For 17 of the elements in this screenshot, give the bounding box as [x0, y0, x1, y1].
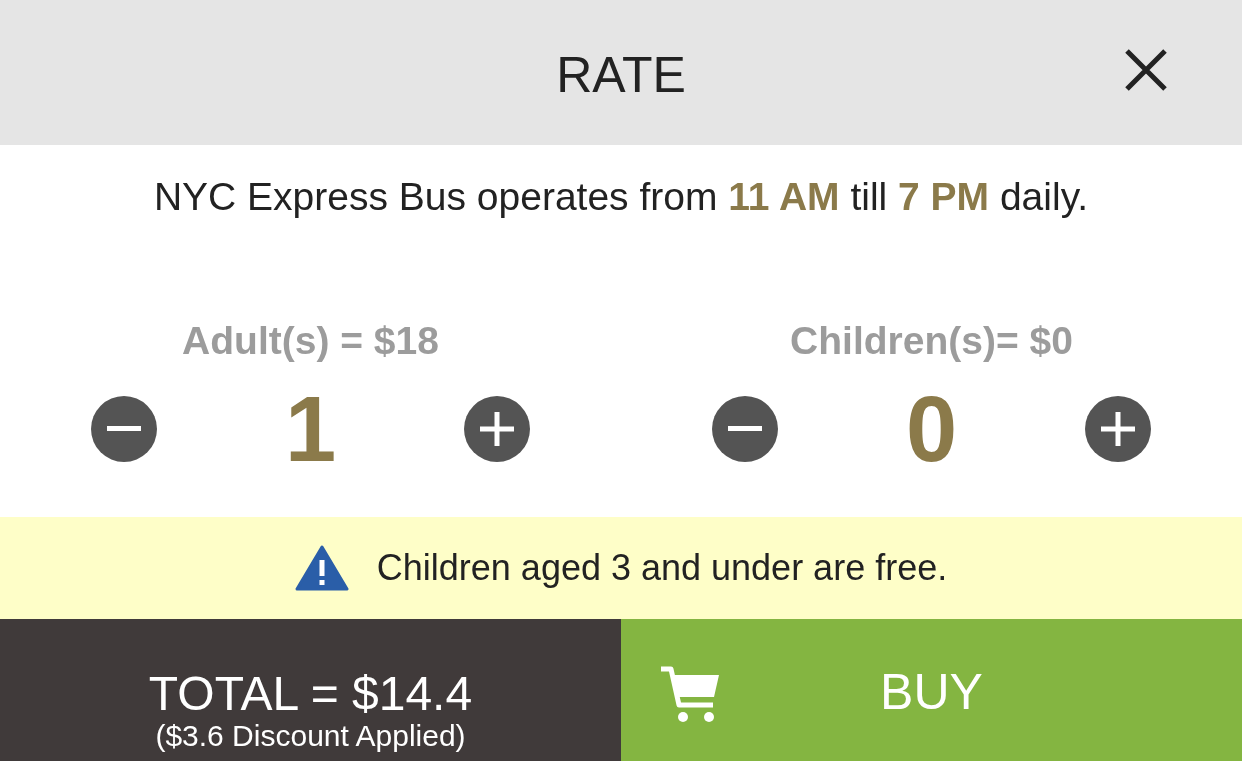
- warning-icon: [294, 545, 349, 591]
- plus-icon: [1101, 412, 1136, 446]
- quantity-value: 1: [284, 383, 337, 475]
- close-button[interactable]: [1124, 48, 1168, 92]
- discount-text: ($3.6 Discount Applied): [155, 719, 466, 754]
- quantity-value: 0: [905, 383, 958, 475]
- dialog-title: RATE: [556, 45, 686, 104]
- minus-icon: [727, 426, 762, 432]
- total-text: TOTAL = $14.4: [148, 669, 473, 720]
- minus-icon: [106, 426, 141, 432]
- plus-icon: [480, 412, 515, 446]
- ticket-label: Adult(s) = $18: [182, 319, 439, 363]
- ticket-label: Children(s)= $0: [790, 319, 1073, 363]
- schedule-text: NYC Express Bus operates from 11 AM till 7 PM daily.: [152, 175, 1090, 219]
- banner-text: Children aged 3 and under are free.: [376, 547, 948, 589]
- cart-icon: [659, 665, 721, 725]
- buy-button[interactable]: BUY: [621, 619, 1242, 761]
